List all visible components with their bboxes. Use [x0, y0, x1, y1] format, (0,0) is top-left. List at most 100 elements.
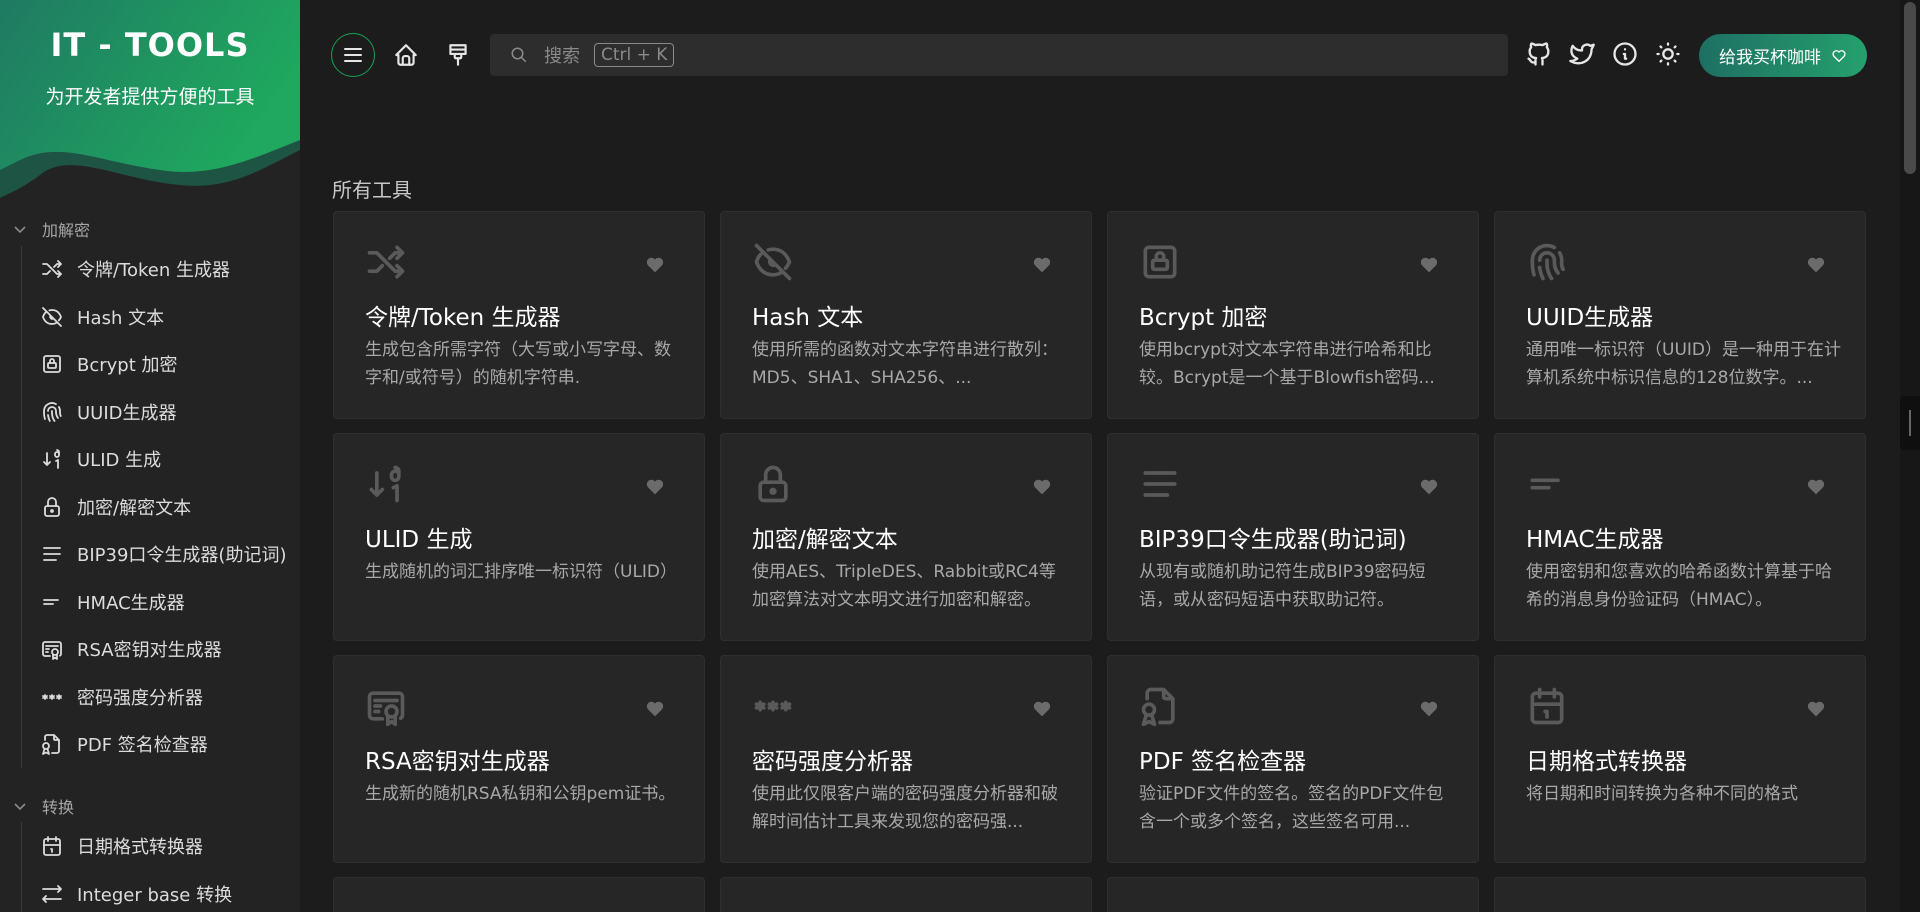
tool-card-description: 使用bcrypt对文本字符串进行哈希和比较。Bcrypt是一个基于Blowfis… — [1139, 340, 1435, 388]
sidebar-item-bcrypt[interactable]: Bcrypt 加密 — [40, 344, 290, 384]
side-handle[interactable] — [1900, 396, 1920, 450]
sun-icon — [1656, 42, 1680, 66]
password-icon — [751, 684, 795, 728]
sidebar-item-ulid[interactable]: ULID 生成 — [40, 439, 290, 479]
sidebar-item-label: Integer base 转换 — [77, 885, 233, 906]
tool-card[interactable]: 密码强度分析器 使用此仅限客户端的密码强度分析器和破解时间估计工具来发现您的密码强… — [720, 655, 1092, 863]
sidebar-item-label: Hash 文本 — [77, 308, 165, 329]
tool-card-partial[interactable] — [720, 877, 1092, 912]
search-bar[interactable]: 搜索 Ctrl + K — [490, 34, 1508, 76]
page-scrollbar[interactable] — [1900, 0, 1920, 912]
favorite-heart-icon[interactable] — [1418, 254, 1440, 276]
sidebar-item-bip39[interactable]: BIP39口令生成器(助记词) — [40, 534, 290, 574]
section-title: 所有工具 — [332, 178, 412, 202]
tool-card[interactable]: BIP39口令生成器(助记词) 从现有或随机助记符生成BIP39密码短语，或从密码… — [1107, 433, 1479, 641]
tool-card[interactable]: HMAC生成器 使用密钥和您喜欢的哈希函数计算基于哈希的消息身份验证码（HMAC）… — [1494, 433, 1866, 641]
sidebar-item-label: RSA密钥对生成器 — [77, 640, 222, 661]
favorite-heart-icon[interactable] — [1805, 476, 1827, 498]
tool-card-partial[interactable] — [333, 877, 705, 912]
search-shortcut-hint: Ctrl + K — [594, 43, 675, 67]
sidebar-item-token-generator[interactable]: 令牌/Token 生成器 — [40, 249, 290, 289]
tool-card-title: PDF 签名检查器 — [1139, 749, 1307, 775]
sidebar-item-integer-base[interactable]: Integer base 转换 — [40, 874, 290, 912]
arrows-left-right-icon — [40, 882, 64, 906]
short-text-icon — [1525, 462, 1569, 506]
tool-card-title: Hash 文本 — [752, 305, 864, 331]
favorite-heart-icon[interactable] — [644, 476, 666, 498]
favorite-heart-icon[interactable] — [1031, 254, 1053, 276]
buy-me-coffee-button[interactable]: 给我买杯咖啡 — [1699, 34, 1867, 77]
tool-card[interactable]: 日期格式转换器 将日期和时间转换为各种不同的格式 — [1494, 655, 1866, 863]
sidebar-item-password-strength[interactable]: 密码强度分析器 — [40, 677, 290, 717]
group-header-crypto[interactable]: 加解密 — [12, 216, 90, 242]
sidebar-item-pdf-signature[interactable]: PDF 签名检查器 — [40, 724, 290, 764]
about-button[interactable] — [1608, 37, 1642, 71]
tool-card-description: 使用密钥和您喜欢的哈希函数计算基于哈希的消息身份验证码（HMAC）。 — [1526, 562, 1832, 610]
github-button[interactable] — [1522, 37, 1556, 71]
sidebar-item-label: BIP39口令生成器(助记词) — [77, 545, 287, 566]
password-icon — [40, 685, 64, 709]
tool-card[interactable]: Hash 文本 使用所需的函数对文本字符串进行散列：MD5、SHA1、SHA256… — [720, 211, 1092, 419]
sidebar-item-hmac[interactable]: HMAC生成器 — [40, 582, 290, 622]
tool-card[interactable]: RSA密钥对生成器 生成新的随机RSA私钥和公钥pem证书。 — [333, 655, 705, 863]
shuffle-icon — [40, 257, 64, 281]
align-justified-icon — [1138, 462, 1182, 506]
coffee-label: 给我买杯咖啡 — [1719, 48, 1821, 68]
twitter-button[interactable] — [1565, 37, 1599, 71]
sort-numeric-icon — [40, 447, 64, 471]
home-button[interactable] — [384, 33, 428, 77]
sidebar-item-label: UUID生成器 — [77, 403, 177, 424]
sidebar-item-date-converter[interactable]: 日期格式转换器 — [40, 826, 290, 866]
tool-card[interactable]: 令牌/Token 生成器生成包含所需字符（大写或小写字母、数字和/或符号）的随机… — [333, 211, 705, 419]
sidebar-item-label: Bcrypt 加密 — [77, 355, 178, 376]
lock-icon — [40, 495, 64, 519]
menu-toggle-button[interactable] — [331, 33, 375, 77]
favorite-heart-icon[interactable] — [644, 254, 666, 276]
favorite-heart-icon[interactable] — [1805, 254, 1827, 276]
theme-toggle-button[interactable] — [1651, 37, 1685, 71]
tool-card[interactable]: UUID生成器 通用唯一标识符（UUID）是一种用于在计算机系统中标识信息的128… — [1494, 211, 1866, 419]
menu-icon — [344, 48, 362, 62]
tool-card-title: 令牌/Token 生成器 — [365, 305, 561, 331]
group-divider — [21, 246, 22, 768]
favorite-heart-icon[interactable] — [644, 698, 666, 720]
paint-brush-icon — [449, 44, 467, 66]
favorite-heart-icon[interactable] — [1418, 698, 1440, 720]
fingerprint-icon — [1525, 240, 1569, 284]
lock-icon — [751, 462, 795, 506]
tool-card[interactable]: Bcrypt 加密使用bcrypt对文本字符串进行哈希和比较。Bcrypt是一个… — [1107, 211, 1479, 419]
tool-card-title: Bcrypt 加密 — [1139, 305, 1268, 331]
sort-numeric-icon — [364, 462, 408, 506]
tool-card-partial[interactable] — [1107, 877, 1479, 912]
tool-card-title: 加密/解密文本 — [752, 527, 898, 553]
favorite-heart-icon[interactable] — [1805, 698, 1827, 720]
tool-card[interactable]: 加密/解密文本使用AES、TripleDES、Rabbit或RC4等加密算法对文… — [720, 433, 1092, 641]
tool-card-partial[interactable] — [1494, 877, 1866, 912]
chevron-down-icon — [14, 226, 26, 234]
tool-card[interactable]: PDF 签名检查器 验证PDF文件的签名。签名的PDF文件包含一个或多个签名，这些… — [1107, 655, 1479, 863]
tool-card-description: 生成包含所需字符（大写或小写字母、数字和/或符号）的随机字符串. — [365, 340, 671, 388]
tool-card-description: 将日期和时间转换为各种不同的格式 — [1526, 784, 1798, 804]
calendar-icon — [40, 834, 64, 858]
sidebar-item-hash-text[interactable]: Hash 文本 — [40, 297, 290, 337]
scrollbar-thumb[interactable] — [1904, 2, 1916, 174]
search-icon — [511, 47, 527, 63]
group-header-convert[interactable]: 转换 — [12, 793, 74, 819]
shuffle-icon — [364, 240, 408, 284]
favorite-heart-icon[interactable] — [1031, 476, 1053, 498]
sidebar-item-encrypt-text[interactable]: 加密/解密文本 — [40, 487, 290, 527]
heart-outline-icon — [1832, 49, 1846, 62]
tool-card-title: ULID 生成 — [365, 527, 473, 553]
tool-card[interactable]: ULID 生成 生成随机的词汇排序唯一标识符（ULID） — [333, 433, 705, 641]
brand-header[interactable]: IT - TOOLS 为开发者提供方便的工具 — [0, 0, 300, 200]
certificate-icon — [40, 637, 64, 661]
tool-card-description: 使用AES、TripleDES、Rabbit或RC4等加密算法对文本明文进行加密… — [752, 562, 1056, 610]
ui-lib-button[interactable] — [436, 33, 480, 77]
tool-card-title: UUID生成器 — [1526, 305, 1654, 331]
group-divider — [21, 822, 22, 912]
sidebar-item-rsa[interactable]: RSA密钥对生成器 — [40, 629, 290, 669]
sidebar-item-uuid[interactable]: UUID生成器 — [40, 392, 290, 432]
favorite-heart-icon[interactable] — [1418, 476, 1440, 498]
certificate-icon — [364, 684, 408, 728]
favorite-heart-icon[interactable] — [1031, 698, 1053, 720]
